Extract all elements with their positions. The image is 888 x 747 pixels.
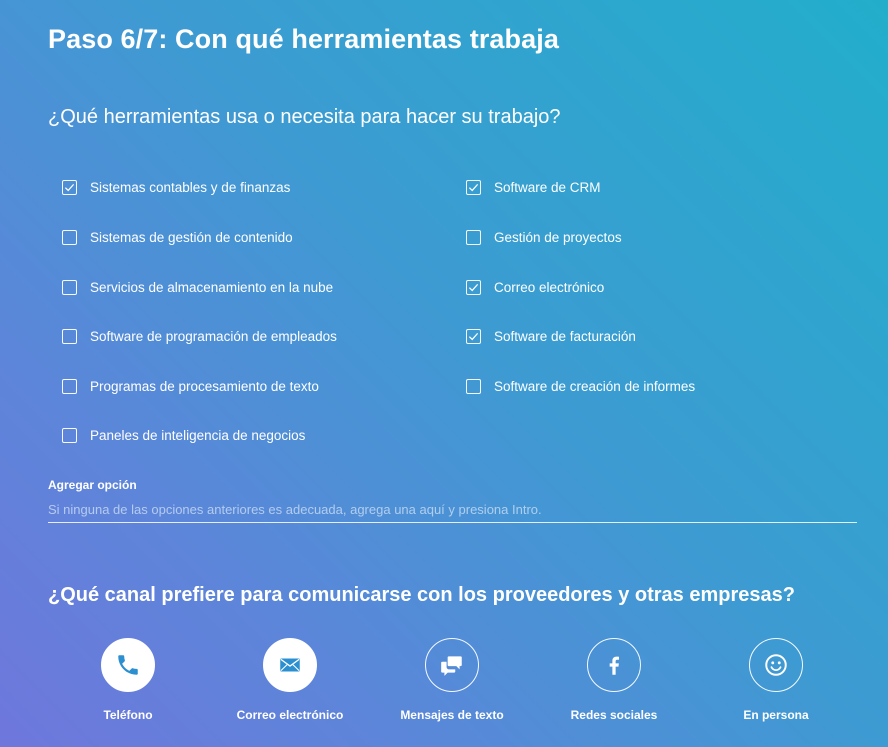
checkbox[interactable] <box>62 328 77 344</box>
checkmark-icon <box>468 183 479 191</box>
channel-label: Redes sociales <box>570 708 658 722</box>
option-label: Servicios de almacenamiento en la nube <box>90 279 334 295</box>
channel-circle[interactable] <box>587 638 641 692</box>
question-tools: ¿Qué herramientas usa o necesita para ha… <box>48 106 561 128</box>
option-word-processing[interactable]: Programas de procesamiento de texto <box>62 376 319 396</box>
channel-label: En persona <box>743 708 809 722</box>
channel-email[interactable]: Correo electrónico <box>220 638 360 722</box>
channel-social-media[interactable]: Redes sociales <box>544 638 684 722</box>
option-project-management[interactable]: Gestión de proyectos <box>466 227 622 247</box>
option-label: Software de programación de empleados <box>90 328 337 344</box>
checkmark-icon <box>64 183 75 191</box>
channel-circle[interactable] <box>263 638 317 692</box>
option-label: Programas de procesamiento de texto <box>90 378 319 394</box>
option-label: Software de CRM <box>494 179 601 195</box>
option-label: Correo electrónico <box>494 279 605 295</box>
option-label: Sistemas contables y de finanzas <box>90 179 291 195</box>
checkbox[interactable] <box>466 378 481 394</box>
channel-label: Correo electrónico <box>236 708 344 722</box>
option-label: Software de creación de informes <box>494 378 696 394</box>
envelope-icon <box>280 658 300 672</box>
channel-phone[interactable]: Teléfono <box>58 638 198 722</box>
option-label: Software de facturación <box>494 328 636 344</box>
option-cloud-storage[interactable]: Servicios de almacenamiento en la nube <box>62 277 333 297</box>
tools-options: Sistemas contables y de finanzas Sistema… <box>62 177 862 457</box>
checkbox[interactable] <box>466 179 481 195</box>
question-channel: ¿Qué canal prefiere para comunicarse con… <box>48 584 795 606</box>
option-accounting[interactable]: Sistemas contables y de finanzas <box>62 177 290 197</box>
checkbox[interactable] <box>62 279 77 295</box>
chat-bubbles-icon <box>441 656 462 676</box>
checkmark-icon <box>468 332 479 340</box>
channel-options: Teléfono Correo electrónico Mensajes de … <box>48 638 848 738</box>
option-bi-dashboards[interactable]: Paneles de inteligencia de negocios <box>62 425 305 445</box>
option-cms[interactable]: Sistemas de gestión de contenido <box>62 227 293 247</box>
checkbox[interactable] <box>62 378 77 394</box>
checkbox[interactable] <box>62 427 77 443</box>
add-option-input[interactable] <box>48 497 857 523</box>
option-email[interactable]: Correo electrónico <box>466 277 604 297</box>
option-label: Sistemas de gestión de contenido <box>90 229 293 245</box>
option-crm[interactable]: Software de CRM <box>466 177 601 197</box>
step-title: Paso 6/7: Con qué herramientas trabaja <box>48 24 559 54</box>
checkbox[interactable] <box>62 179 77 195</box>
phone-icon <box>118 655 138 675</box>
facebook-icon <box>609 656 619 675</box>
channel-text-messages[interactable]: Mensajes de texto <box>382 638 522 722</box>
channel-circle[interactable] <box>425 638 479 692</box>
option-reporting[interactable]: Software de creación de informes <box>466 376 695 396</box>
checkbox[interactable] <box>62 229 77 245</box>
option-scheduling[interactable]: Software de programación de empleados <box>62 326 337 346</box>
channel-circle[interactable] <box>101 638 155 692</box>
channel-label: Mensajes de texto <box>400 708 504 722</box>
channel-in-person[interactable]: En persona <box>706 638 846 722</box>
page: Paso 6/7: Con qué herramientas trabaja ¿… <box>0 0 888 747</box>
option-label: Gestión de proyectos <box>494 229 622 245</box>
checkbox[interactable] <box>466 229 481 245</box>
channel-label: Teléfono <box>103 708 153 722</box>
smiley-icon <box>765 654 787 676</box>
checkmark-icon <box>468 283 479 291</box>
option-label: Paneles de inteligencia de negocios <box>90 427 306 443</box>
checkbox[interactable] <box>466 328 481 344</box>
option-invoicing[interactable]: Software de facturación <box>466 326 636 346</box>
channel-circle[interactable] <box>749 638 803 692</box>
add-option-label: Agregar opción <box>48 478 137 492</box>
checkbox[interactable] <box>466 279 481 295</box>
